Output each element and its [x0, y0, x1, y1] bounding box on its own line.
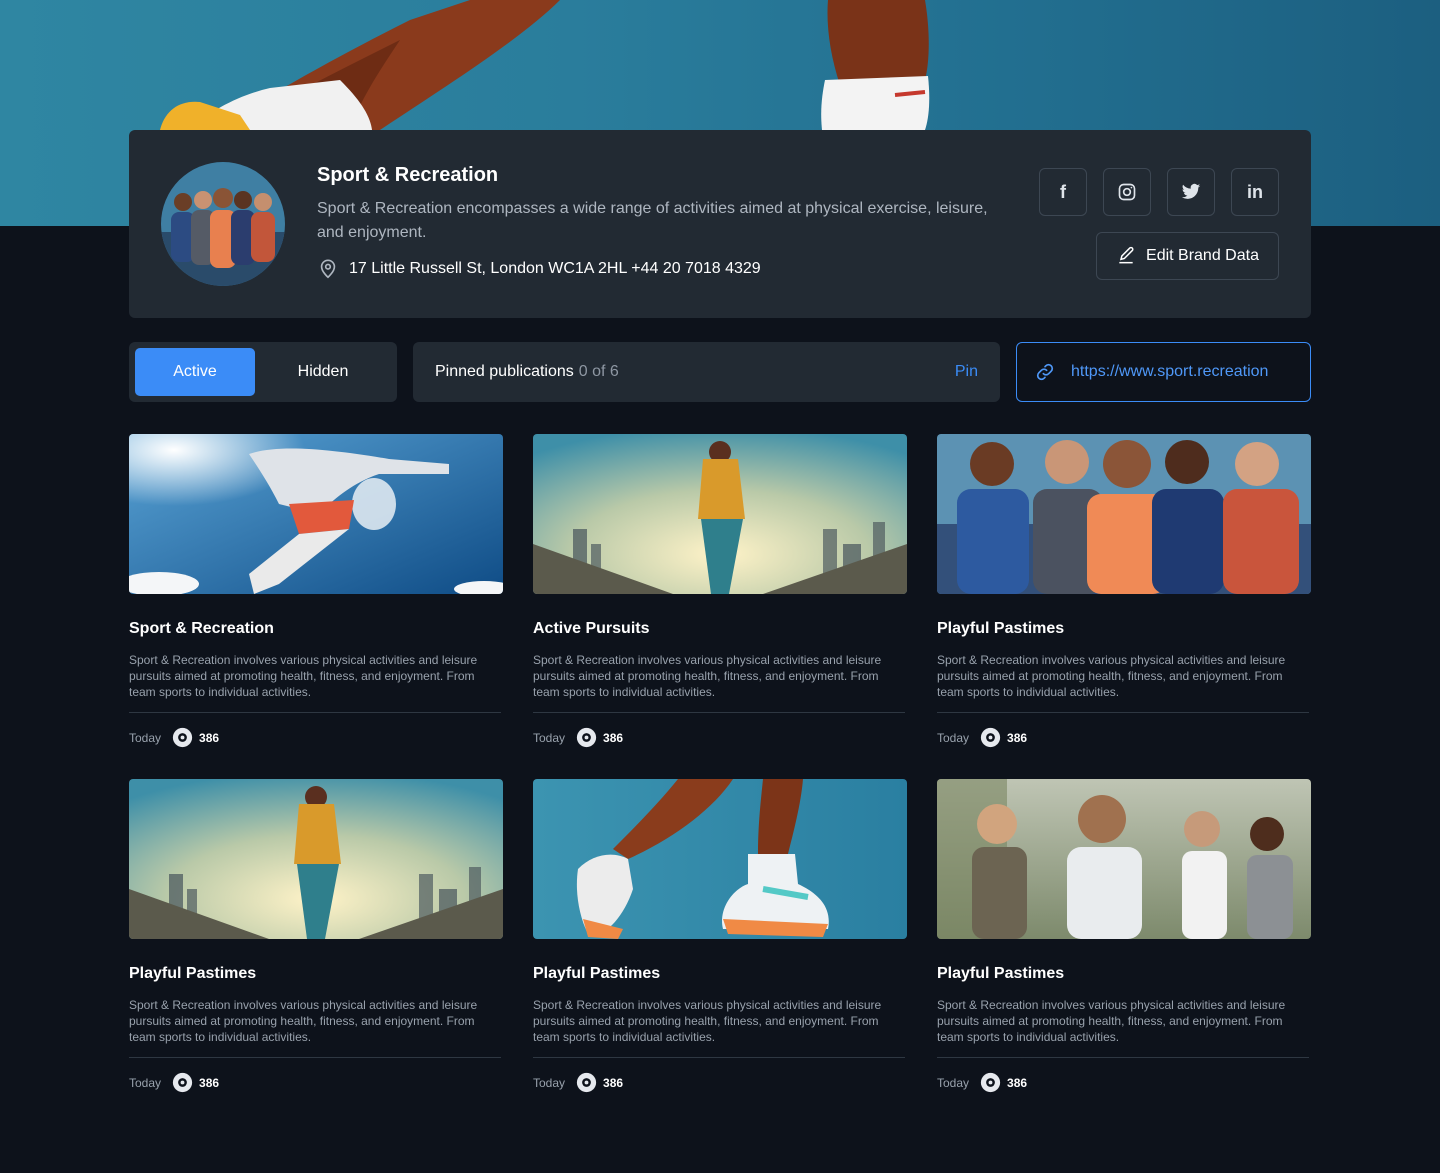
social-links: f in: [1039, 168, 1279, 216]
eye-icon: [576, 1072, 597, 1093]
divider: [533, 712, 905, 713]
eye-icon: [172, 727, 193, 748]
publication-date: Today: [129, 1075, 162, 1090]
visibility-tabs: Active Hidden: [129, 342, 397, 402]
publication-description: Sport & Recreation involves various phys…: [937, 653, 1286, 699]
eye-icon: [980, 727, 1001, 748]
publication-title[interactable]: Playful Pastimes: [129, 965, 503, 985]
facebook-button[interactable]: f: [1039, 168, 1087, 216]
publication-date: Today: [129, 730, 162, 745]
publication-card[interactable]: Sport & Recreation Sport & Recreation in…: [129, 434, 503, 748]
publication-image[interactable]: [937, 434, 1311, 594]
publication-date: Today: [533, 730, 566, 745]
eye-icon: [576, 727, 597, 748]
publication-views: 386: [603, 730, 624, 745]
linkedin-button[interactable]: in: [1231, 168, 1279, 216]
tab-active[interactable]: Active: [135, 348, 255, 396]
instagram-icon: [1117, 182, 1137, 202]
facebook-icon: f: [1060, 181, 1066, 202]
publication-image[interactable]: [129, 434, 503, 594]
brand-name: Sport & Recreation: [317, 164, 499, 186]
edit-brand-data-button[interactable]: Edit Brand Data: [1096, 232, 1279, 280]
eye-icon: [980, 1072, 1001, 1093]
publication-title[interactable]: Active Pursuits: [533, 620, 907, 640]
publication-views: 386: [199, 730, 220, 745]
location-pin-icon: [317, 258, 339, 280]
publication-title[interactable]: Playful Pastimes: [937, 965, 1311, 985]
twitter-icon: [1181, 183, 1201, 201]
publication-image[interactable]: [533, 434, 907, 594]
brand-address-text: 17 Little Russell St, London WC1A 2HL +4…: [349, 260, 761, 277]
publication-date: Today: [937, 730, 970, 745]
divider: [937, 1057, 1309, 1058]
brand-avatar: [161, 162, 285, 286]
instagram-button[interactable]: [1103, 168, 1151, 216]
publication-meta: Today 386: [937, 727, 1311, 748]
brand-address-row: 17 Little Russell St, London WC1A 2HL +4…: [317, 258, 761, 280]
pencil-icon: [1116, 246, 1136, 266]
publication-title[interactable]: Playful Pastimes: [937, 620, 1311, 640]
publication-title[interactable]: Playful Pastimes: [533, 965, 907, 985]
publication-date: Today: [937, 1075, 970, 1090]
pinned-publications-count: 0 of 6: [578, 363, 619, 380]
publication-description: Sport & Recreation involves various phys…: [533, 653, 882, 699]
brand-description: Sport & Recreation encompasses a wide ra…: [317, 200, 988, 241]
publication-description: Sport & Recreation involves various phys…: [129, 653, 478, 699]
publication-views: 386: [199, 1075, 220, 1090]
tab-hidden[interactable]: Hidden: [255, 348, 391, 396]
divider: [533, 1057, 905, 1058]
publication-meta: Today 386: [129, 727, 503, 748]
eye-icon: [172, 1072, 193, 1093]
publication-description: Sport & Recreation involves various phys…: [533, 998, 882, 1044]
divider: [129, 712, 501, 713]
publication-card[interactable]: Playful Pastimes Sport & Recreation invo…: [129, 779, 503, 1093]
publication-views: 386: [1007, 1075, 1028, 1090]
twitter-button[interactable]: [1167, 168, 1215, 216]
edit-brand-data-label: Edit Brand Data: [1146, 247, 1259, 264]
brand-url-text: https://www.sport.recreation: [1071, 363, 1269, 380]
publication-image[interactable]: [937, 779, 1311, 939]
publication-views: 386: [603, 1075, 624, 1090]
link-icon: [1035, 362, 1055, 382]
divider: [937, 712, 1309, 713]
publication-card[interactable]: Playful Pastimes Sport & Recreation invo…: [937, 779, 1311, 1093]
publication-description: Sport & Recreation involves various phys…: [937, 998, 1286, 1044]
publication-description: Sport & Recreation involves various phys…: [129, 998, 478, 1044]
publication-image[interactable]: [533, 779, 907, 939]
publication-title[interactable]: Sport & Recreation: [129, 620, 503, 640]
pin-button[interactable]: Pin: [955, 363, 978, 381]
brand-url-link[interactable]: https://www.sport.recreation: [1016, 342, 1311, 402]
pinned-publications-label: Pinned publications: [435, 363, 574, 380]
publication-card[interactable]: Playful Pastimes Sport & Recreation invo…: [533, 779, 907, 1093]
divider: [129, 1057, 501, 1058]
pinned-publications-bar: Pinned publications 0 of 6 Pin: [413, 342, 1000, 402]
publication-image[interactable]: [129, 779, 503, 939]
publication-views: 386: [1007, 730, 1028, 745]
linkedin-icon: in: [1247, 181, 1263, 202]
publication-card[interactable]: Playful Pastimes Sport & Recreation invo…: [937, 434, 1311, 748]
publication-meta: Today 386: [533, 727, 907, 748]
brand-profile-card: Sport & Recreation Sport & Recreation en…: [129, 130, 1311, 318]
publication-meta: Today 386: [533, 1072, 907, 1093]
publication-date: Today: [533, 1075, 566, 1090]
publication-card[interactable]: Active Pursuits Sport & Recreation invol…: [533, 434, 907, 748]
publication-meta: Today 386: [937, 1072, 1311, 1093]
publication-meta: Today 386: [129, 1072, 503, 1093]
